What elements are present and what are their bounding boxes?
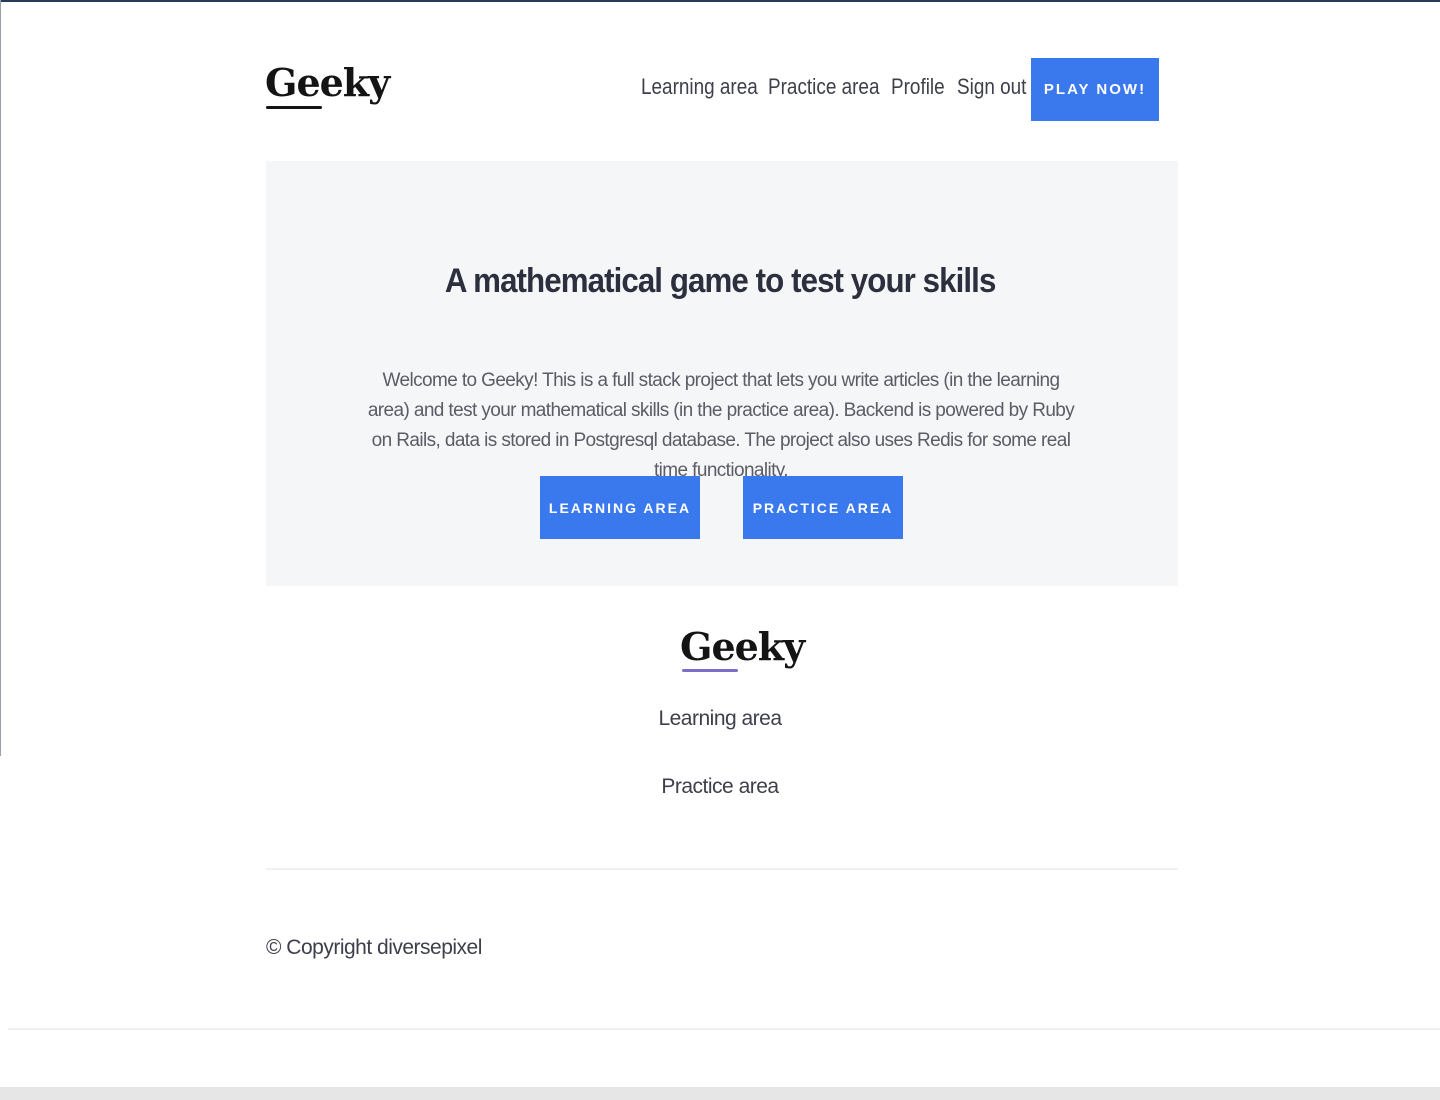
copyright-text: © Copyright diversepixel: [266, 936, 482, 959]
header-logo-underline: [266, 106, 322, 109]
learning-area-button[interactable]: LEARNING AREA: [540, 476, 700, 539]
page-bottom-divider: [8, 1028, 1440, 1030]
footer-logo-underline: [682, 669, 738, 672]
play-now-button[interactable]: PLAY NOW!: [1031, 58, 1159, 121]
window-bottom-strip: [0, 1087, 1440, 1100]
practice-area-button[interactable]: PRACTICE AREA: [743, 476, 903, 539]
nav-link-learning-area[interactable]: Learning area: [641, 74, 758, 100]
nav-link-profile[interactable]: Profile: [891, 74, 945, 100]
footer-link-learning-area[interactable]: Learning area: [0, 707, 1440, 731]
window-top-border: [0, 0, 1440, 2]
footer-logo[interactable]: Geeky: [680, 628, 805, 666]
header-logo[interactable]: Geeky: [265, 64, 390, 102]
hero-description: Welcome to Geeky! This is a full stack p…: [367, 370, 1075, 481]
footer-link-practice-area[interactable]: Practice area: [0, 775, 1440, 799]
footer-divider: [266, 868, 1178, 870]
nav-link-sign-out[interactable]: Sign out: [957, 74, 1026, 100]
nav-link-practice-area[interactable]: Practice area: [768, 74, 879, 100]
window-left-border: [0, 0, 1, 756]
hero-title: A mathematical game to test your skills: [444, 262, 996, 300]
